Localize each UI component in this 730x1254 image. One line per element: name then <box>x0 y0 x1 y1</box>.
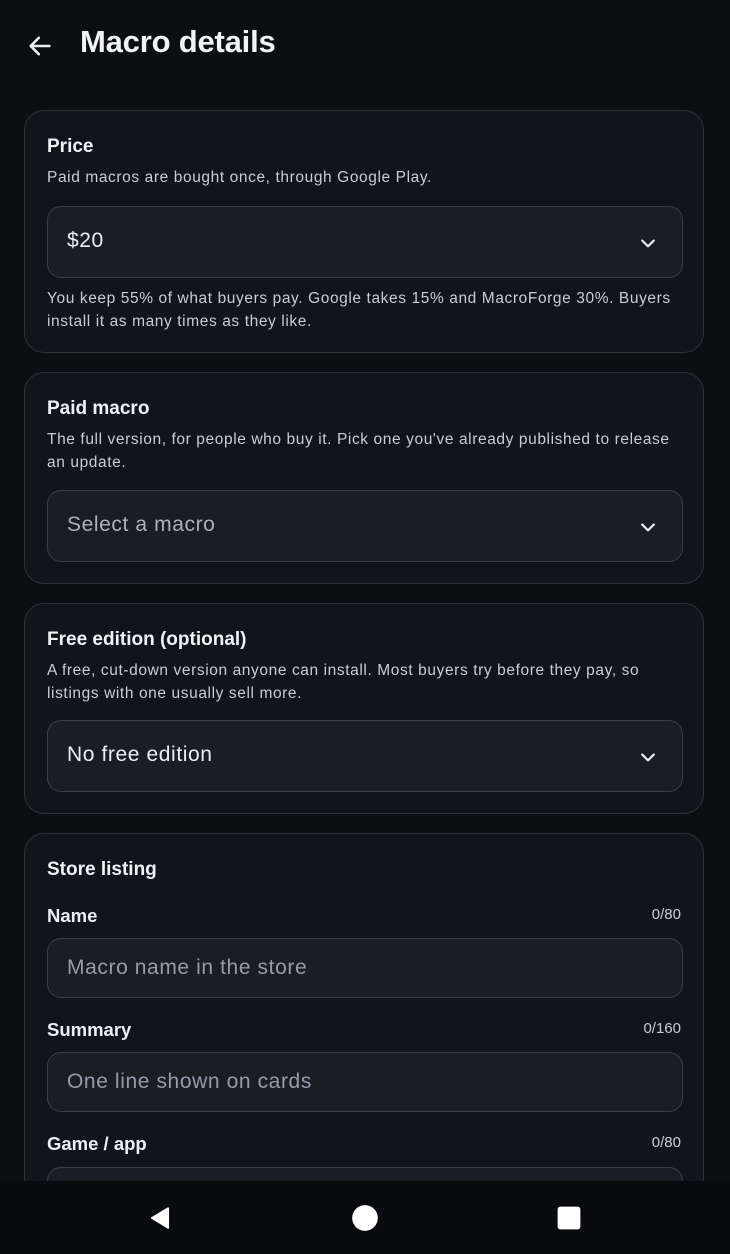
price-select[interactable]: $20 <box>47 206 683 278</box>
paid-macro-card: Paid macro The full version, for people … <box>24 372 704 584</box>
paid-macro-select[interactable]: Select a macro <box>47 490 683 562</box>
triangle-back-icon <box>150 1207 170 1229</box>
paid-macro-description: The full version, for people who buy it.… <box>47 431 670 471</box>
chevron-down-icon <box>641 753 655 762</box>
free-edition-title: Free edition (optional) <box>47 629 247 650</box>
free-edition-selected-value: No free edition <box>67 743 213 766</box>
page-title: Macro details <box>80 24 276 59</box>
free-edition-description: A free, cut-down version anyone can inst… <box>47 662 640 702</box>
chevron-down-icon <box>641 239 655 248</box>
paid-macro-placeholder: Select a macro <box>67 513 216 536</box>
top-app-bar: Macro details <box>0 0 730 90</box>
game-app-label: Game / app <box>47 1133 147 1154</box>
price-selected-value: $20 <box>67 229 104 252</box>
store-listing-title: Store listing <box>47 859 157 880</box>
back-button[interactable] <box>20 26 60 66</box>
nav-recents-button[interactable] <box>552 1201 586 1235</box>
circle-home-icon <box>352 1205 378 1231</box>
game-app-char-counter: 0/80 <box>651 1134 681 1151</box>
free-edition-select[interactable]: No free edition <box>47 720 683 792</box>
name-char-counter: 0/80 <box>651 906 681 923</box>
system-navigation-bar <box>0 1181 730 1254</box>
chevron-down-icon <box>641 523 655 532</box>
square-recents-icon <box>557 1206 581 1230</box>
price-card: Price Paid macros are bought once, throu… <box>24 110 704 353</box>
nav-home-button[interactable] <box>348 1201 382 1235</box>
name-input[interactable] <box>47 938 683 998</box>
summary-input[interactable] <box>47 1052 683 1112</box>
summary-label: Summary <box>47 1019 132 1040</box>
price-title: Price <box>47 136 94 157</box>
summary-char-counter: 0/160 <box>643 1020 681 1037</box>
free-edition-card: Free edition (optional) A free, cut-down… <box>24 603 704 814</box>
name-label: Name <box>47 905 98 926</box>
price-description: Paid macros are bought once, through Goo… <box>47 169 432 186</box>
arrow-left-icon <box>29 36 51 56</box>
paid-macro-title: Paid macro <box>47 398 150 419</box>
nav-back-button[interactable] <box>143 1201 177 1235</box>
price-revenue-note: You keep 55% of what buyers pay. Google … <box>47 290 671 330</box>
